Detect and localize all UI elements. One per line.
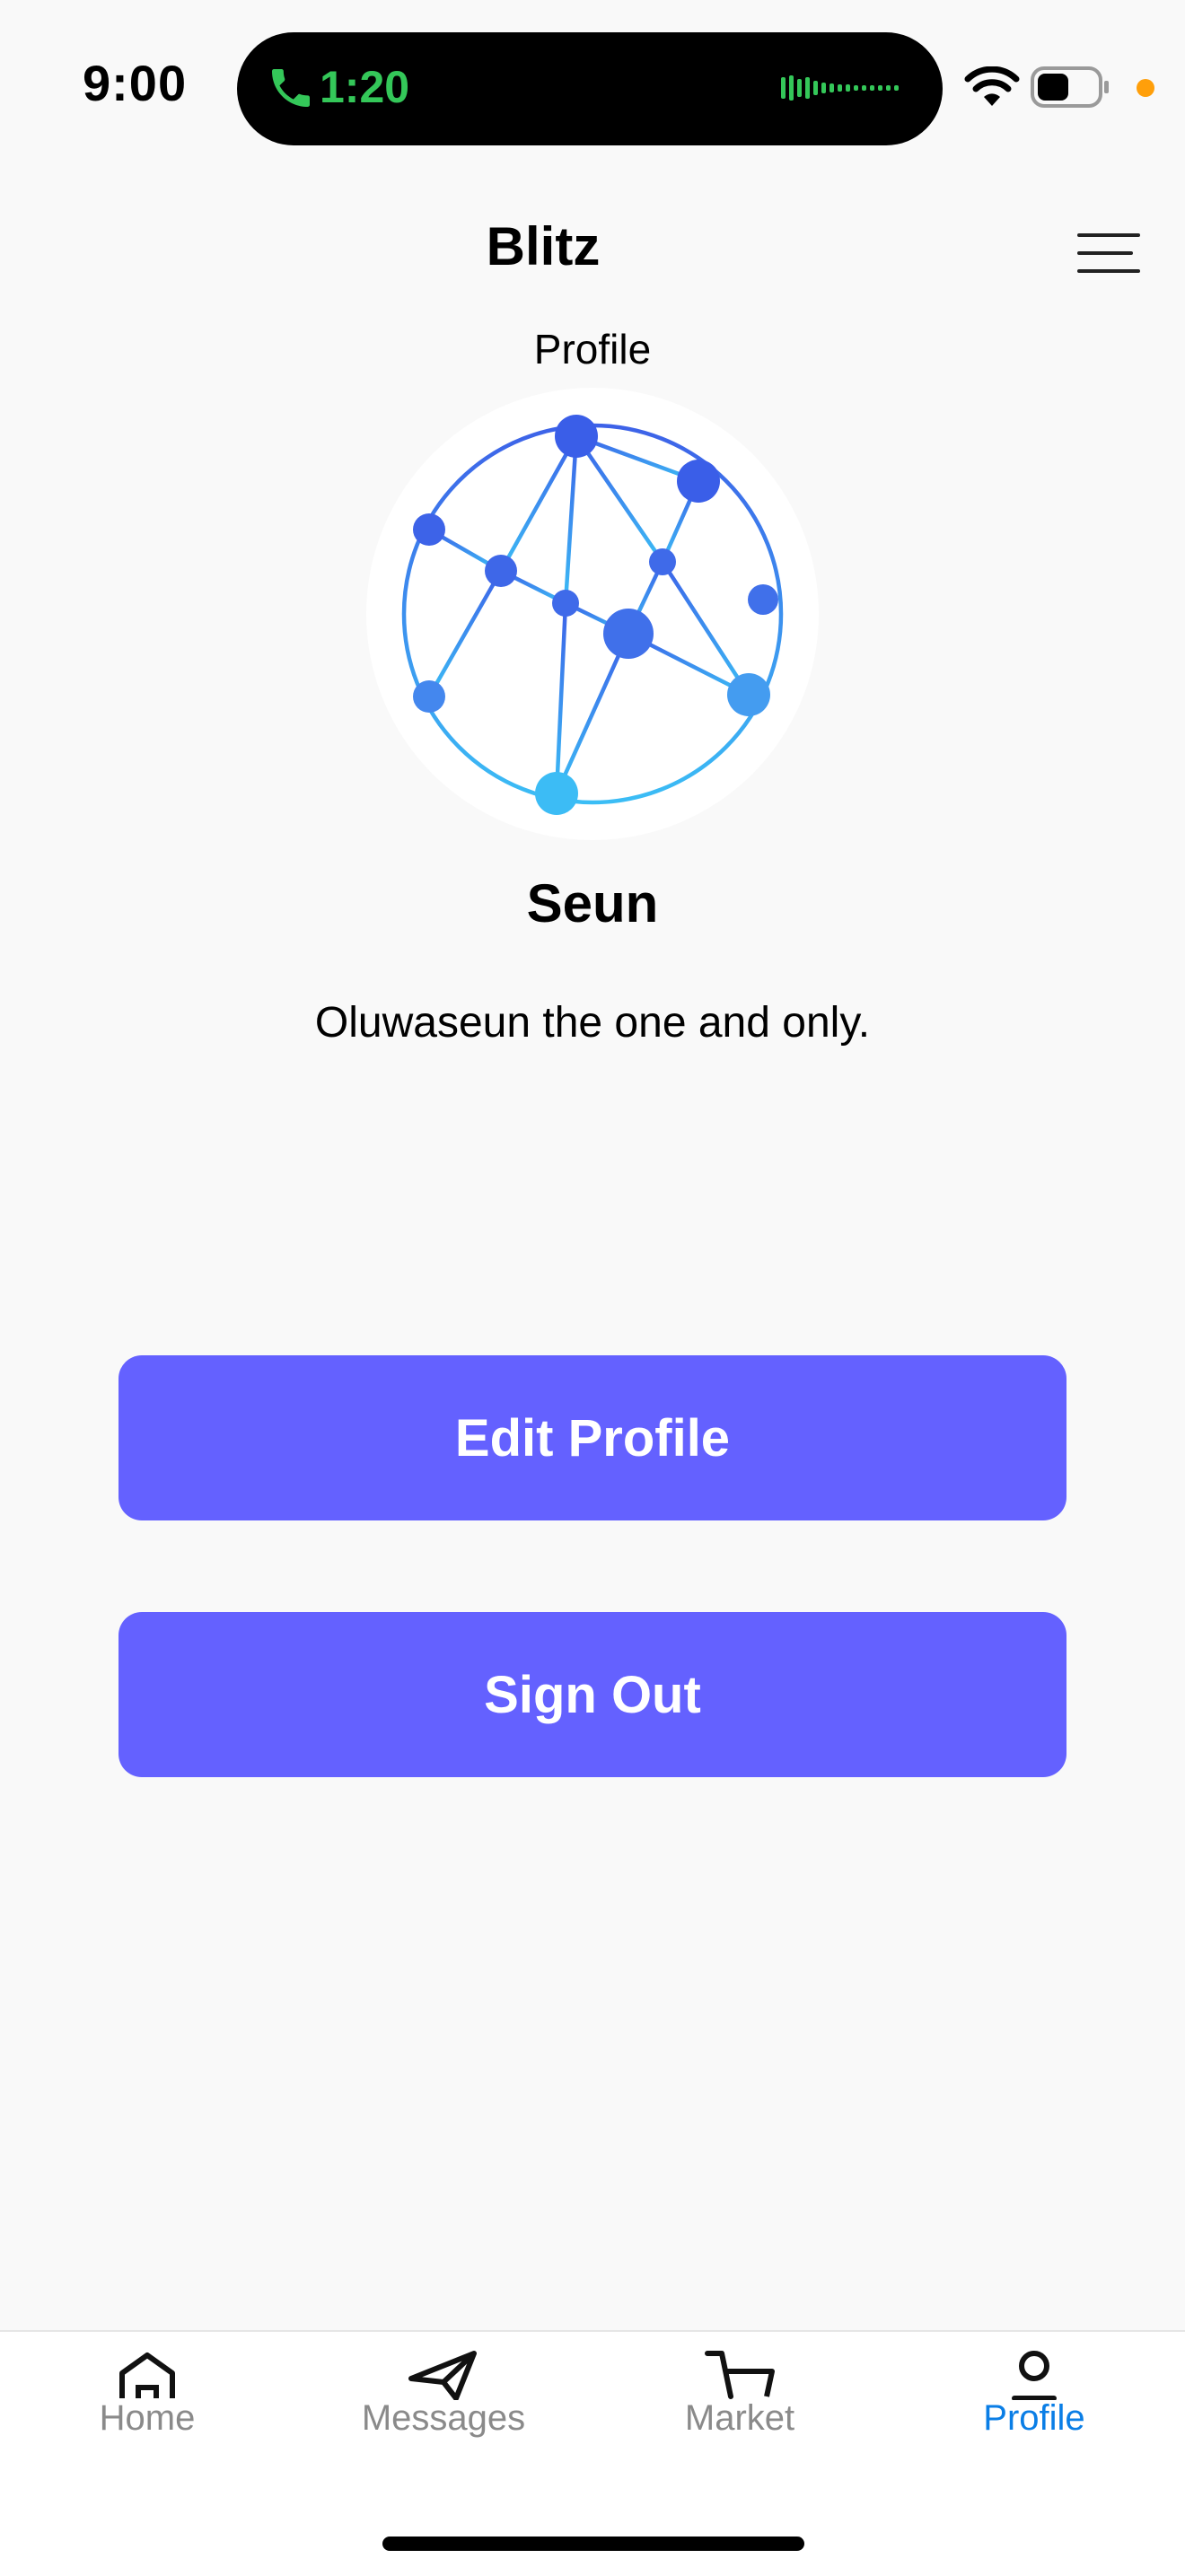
person-icon [1012, 2351, 1057, 2400]
hamburger-menu-icon[interactable] [1077, 228, 1144, 275]
cart-icon [705, 2351, 775, 2399]
edit-profile-button[interactable]: Edit Profile [118, 1355, 1066, 1520]
waveform-icon [781, 75, 899, 101]
profile-name: Seun [526, 873, 659, 933]
call-timer: 1:20 [320, 62, 410, 112]
profile-bio: Oluwaseun the one and only. [314, 999, 871, 1047]
status-time: 9:00 [83, 55, 188, 111]
sign-out-button[interactable]: Sign Out [118, 1612, 1066, 1777]
dynamic-island-call[interactable]: 1:20 [237, 32, 943, 145]
home-indicator[interactable] [382, 2537, 804, 2551]
status-bar: 9:00 1:20 [0, 0, 1185, 171]
wifi-icon [964, 66, 1020, 106]
tab-messages[interactable]: Messages [327, 2346, 560, 2481]
app-title: Blitz [486, 216, 601, 276]
network-globe-avatar-icon [366, 388, 819, 840]
privacy-indicator-dot [1137, 79, 1154, 97]
tab-home-label: Home [99, 2398, 196, 2438]
tab-profile[interactable]: Profile [917, 2346, 1151, 2481]
tab-market[interactable]: Market [623, 2346, 856, 2481]
battery-icon [1031, 66, 1109, 108]
tab-home[interactable]: Home [31, 2346, 264, 2481]
tab-messages-label: Messages [361, 2398, 526, 2438]
tab-profile-label: Profile [983, 2398, 1085, 2438]
paper-plane-icon [408, 2351, 477, 2400]
phone-icon [272, 69, 310, 107]
page-subtitle: Profile [533, 326, 652, 372]
home-icon [119, 2353, 175, 2398]
tab-market-label: Market [684, 2398, 795, 2438]
